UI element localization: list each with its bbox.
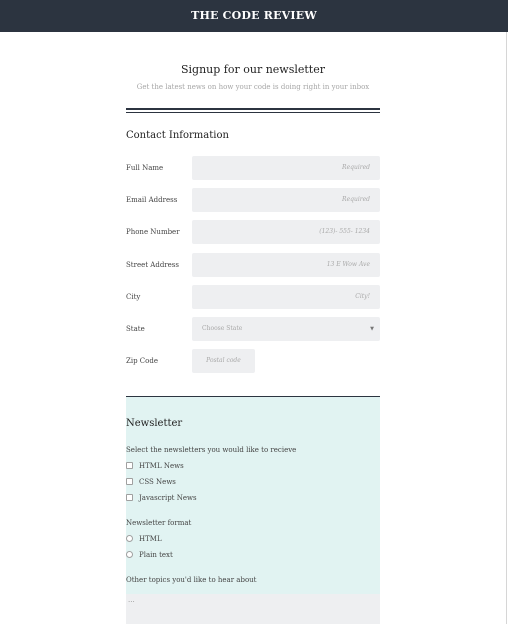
- phone-input[interactable]: (123)- 555- 1234: [192, 220, 380, 244]
- email-input[interactable]: Required: [192, 188, 380, 212]
- full-name-input[interactable]: Required: [192, 156, 380, 180]
- phone-label: Phone Number: [126, 228, 180, 236]
- newsletter-format-label: Newsletter format: [126, 519, 192, 527]
- state-label: State: [126, 325, 145, 333]
- email-label: Email Address: [126, 196, 178, 204]
- html-news-checkbox[interactable]: [126, 462, 133, 469]
- state-selected-value: Choose State: [202, 325, 243, 332]
- newsletter-heading: Newsletter: [126, 418, 183, 429]
- javascript-news-checkbox[interactable]: [126, 494, 133, 501]
- other-topics-label: Other topics you'd like to hear about: [126, 576, 257, 584]
- city-label: City: [126, 293, 141, 301]
- newsletter-select-prompt: Select the newsletters you would like to…: [126, 446, 297, 454]
- page-edge-divider: [506, 32, 507, 624]
- format-html-label: HTML: [139, 535, 162, 543]
- zip-label: Zip Code: [126, 357, 159, 365]
- format-plain-text-radio[interactable]: [126, 551, 133, 558]
- street-input[interactable]: 13 E Wow Ave: [192, 253, 380, 277]
- chevron-down-icon: ▼: [370, 326, 374, 332]
- zip-input[interactable]: Postal code: [192, 349, 255, 373]
- state-select[interactable]: Choose State ▼: [192, 317, 380, 341]
- page-title: Signup for our newsletter: [180, 63, 325, 76]
- css-news-label: CSS News: [139, 478, 176, 486]
- city-input[interactable]: City!: [192, 285, 380, 309]
- javascript-news-label: Javascript News: [139, 494, 197, 502]
- street-label: Street Address: [126, 261, 179, 269]
- full-name-label: Full Name: [126, 164, 164, 172]
- page-subtitle: Get the latest news on how your code is …: [136, 83, 370, 91]
- heading-rule-thin: [126, 112, 380, 113]
- other-topics-textarea[interactable]: ...: [126, 594, 380, 624]
- css-news-checkbox[interactable]: [126, 478, 133, 485]
- format-plain-text-label: Plain text: [139, 551, 173, 559]
- format-html-radio[interactable]: [126, 535, 133, 542]
- html-news-label: HTML News: [139, 462, 184, 470]
- contact-heading: Contact Information: [126, 130, 229, 141]
- heading-rule: [126, 108, 380, 110]
- site-title: THE CODE REVIEW: [191, 9, 317, 22]
- site-header: THE CODE REVIEW: [0, 0, 508, 32]
